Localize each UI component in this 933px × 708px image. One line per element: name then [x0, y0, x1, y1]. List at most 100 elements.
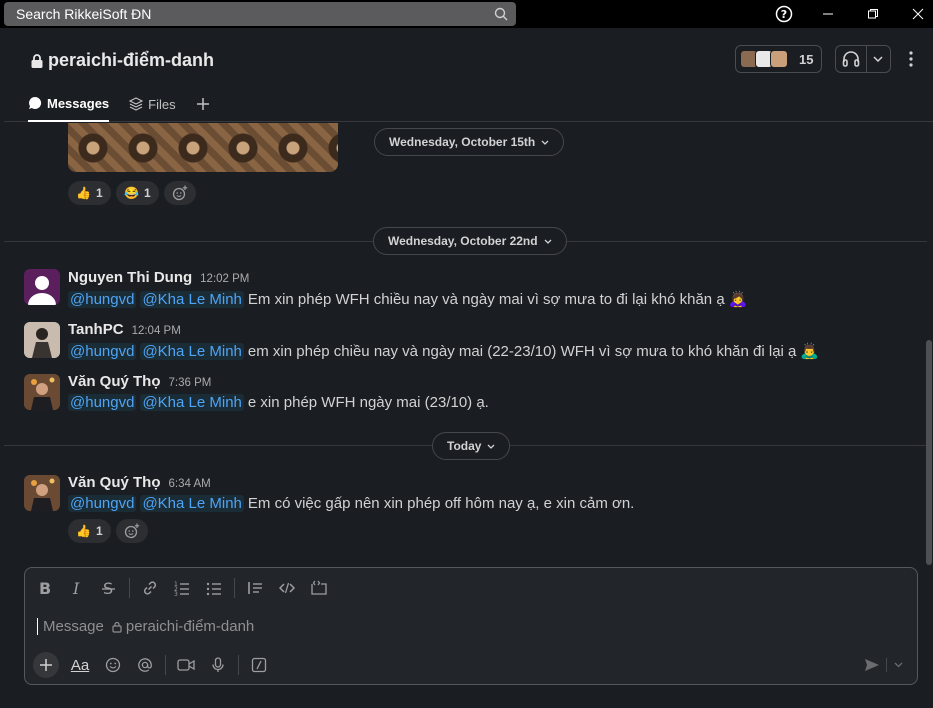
text-caret — [37, 618, 38, 635]
message-composer[interactable]: B I S 123 Message peraichi-điểm-danh Aa — [24, 567, 918, 685]
message-emoji: 🙇‍♂️ — [800, 343, 820, 360]
timestamp[interactable]: 12:02 PM — [200, 273, 249, 285]
reaction-emoji: 😂 — [124, 186, 139, 200]
add-tab-button[interactable] — [196, 92, 210, 116]
formatting-toggle-button[interactable]: Aa — [67, 653, 93, 677]
message-body: e xin phép WFH ngày mai (23/10) ạ. — [247, 394, 489, 411]
reaction-thumbs-up[interactable]: 👍 1 — [68, 519, 111, 543]
toolbar-divider — [238, 655, 239, 675]
chevron-down-icon[interactable] — [887, 662, 909, 668]
add-reaction-button[interactable] — [116, 519, 148, 543]
date-divider[interactable]: Wednesday, October 22nd — [373, 227, 567, 255]
svg-text:?: ? — [781, 8, 787, 21]
link-icon[interactable] — [138, 576, 162, 600]
attach-button[interactable] — [33, 652, 59, 678]
add-reaction-icon — [172, 185, 188, 201]
blockquote-icon[interactable] — [243, 576, 267, 600]
reaction-count: 1 — [95, 524, 103, 538]
emoji-icon[interactable] — [101, 653, 125, 677]
svg-text:3: 3 — [174, 591, 178, 596]
message-text: @hungvd @Kha Le Minh em xin phép chiều n… — [68, 342, 819, 360]
bold-icon[interactable]: B — [33, 576, 57, 600]
reaction-count: 1 — [143, 186, 151, 200]
code-icon[interactable] — [275, 576, 299, 600]
close-icon[interactable] — [908, 4, 928, 24]
format-label: Aa — [70, 656, 90, 674]
avatar[interactable] — [24, 322, 60, 358]
mention[interactable]: @Kha Le Minh — [140, 290, 244, 308]
message-text: @hungvd @Kha Le Minh e xin phép WFH ngày… — [68, 394, 489, 411]
message-text: @hungvd @Kha Le Minh Em có việc gấp nên … — [68, 495, 634, 512]
message-text: @hungvd @Kha Le Minh Em xin phép WFH chi… — [68, 290, 747, 308]
avatar[interactable] — [24, 374, 60, 410]
reaction-joy[interactable]: 😂 1 — [116, 181, 159, 205]
reaction-thumbs-up[interactable]: 👍 1 — [68, 181, 111, 205]
member-avatar — [770, 50, 788, 68]
avatar[interactable] — [24, 475, 60, 511]
shortcuts-icon[interactable] — [247, 653, 271, 677]
message-header: TanhPC 12:04 PM — [68, 321, 181, 338]
chevron-down-icon — [544, 239, 552, 244]
tab-messages[interactable]: Messages — [28, 92, 110, 122]
channel-header: peraichi-điểm-danh 15 Messages Files — [4, 28, 933, 122]
restore-icon[interactable] — [863, 4, 883, 24]
minimize-icon[interactable] — [818, 4, 838, 24]
timestamp[interactable]: 7:36 PM — [169, 377, 212, 389]
huddle-button[interactable] — [835, 45, 891, 73]
microphone-icon[interactable] — [206, 653, 230, 677]
message-icon — [29, 96, 42, 109]
layers-icon — [129, 97, 144, 111]
scrollbar[interactable] — [926, 340, 932, 565]
svg-text:I: I — [72, 580, 80, 596]
lock-icon — [31, 53, 43, 68]
send-icon[interactable] — [857, 658, 887, 672]
image-attachment[interactable] — [68, 123, 338, 172]
timestamp[interactable]: 6:34 AM — [169, 478, 211, 490]
mention-icon[interactable] — [133, 653, 157, 677]
video-icon[interactable] — [174, 653, 198, 677]
date-divider[interactable]: Today — [432, 432, 511, 460]
date-divider[interactable]: Wednesday, October 15th — [374, 128, 565, 156]
mention[interactable]: @Kha Le Minh — [140, 394, 244, 411]
message-input[interactable]: Message peraichi-điểm-danh — [37, 618, 254, 635]
date-label: Wednesday, October 15th — [389, 135, 536, 149]
sender-name[interactable]: Nguyen Thi Dung — [68, 269, 192, 286]
headphones-icon[interactable] — [836, 46, 867, 72]
member-count: 15 — [799, 51, 814, 67]
members-button[interactable]: 15 — [735, 45, 822, 73]
channel-tabs: Messages Files — [28, 92, 210, 122]
more-options-icon[interactable] — [903, 48, 919, 70]
channel-title[interactable]: peraichi-điểm-danh — [30, 50, 214, 71]
ordered-list-icon[interactable]: 123 — [170, 576, 194, 600]
code-block-icon[interactable] — [307, 576, 331, 600]
sender-name[interactable]: TanhPC — [68, 321, 124, 338]
strikethrough-icon[interactable]: S — [97, 576, 121, 600]
italic-icon[interactable]: I — [65, 576, 89, 600]
mention[interactable]: @hungvd — [68, 290, 137, 308]
add-reaction-button[interactable] — [164, 181, 196, 205]
tab-files[interactable]: Files — [129, 92, 176, 116]
formatting-toolbar: B I S 123 — [33, 576, 331, 600]
reaction-count: 1 — [95, 186, 103, 200]
reaction-emoji: 👍 — [76, 186, 91, 200]
help-icon[interactable]: ? — [774, 4, 794, 24]
mention[interactable]: @hungvd — [68, 394, 137, 411]
search-input[interactable]: Search RikkeiSoft ĐN — [4, 2, 516, 26]
add-reaction-icon — [124, 523, 140, 539]
sender-name[interactable]: Văn Quý Thọ — [68, 373, 161, 390]
toolbar-divider — [234, 578, 235, 598]
avatar[interactable] — [24, 269, 60, 305]
input-channel-name: peraichi-điểm-danh — [125, 618, 255, 635]
mention[interactable]: @Kha Le Minh — [140, 495, 244, 512]
bulleted-list-icon[interactable] — [202, 576, 226, 600]
chevron-down-icon[interactable] — [867, 46, 890, 72]
sender-name[interactable]: Văn Quý Thọ — [68, 474, 161, 491]
plus-icon — [196, 98, 209, 110]
svg-text:S: S — [103, 580, 113, 596]
mention[interactable]: @hungvd — [68, 495, 137, 512]
mention[interactable]: @Kha Le Minh — [140, 342, 244, 360]
toolbar-divider — [129, 578, 130, 598]
mention[interactable]: @hungvd — [68, 342, 137, 360]
timestamp[interactable]: 12:04 PM — [132, 325, 181, 337]
message-list[interactable]: Wednesday, October 15th 👍 1 😂 1 Wednesda… — [4, 123, 927, 563]
